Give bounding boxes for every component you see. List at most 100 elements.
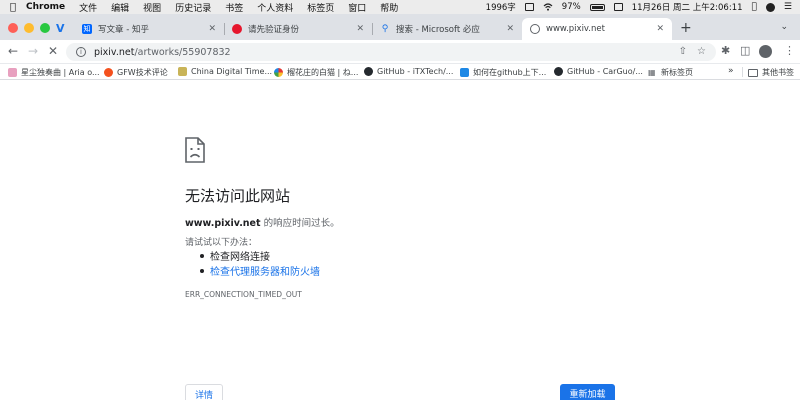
bookmark-item[interactable]: GFW技术评论 (104, 67, 168, 78)
other-bookmarks-folder[interactable]: 其他书签 (748, 67, 794, 78)
control-center-icon[interactable] (765, 2, 775, 12)
github-icon (554, 67, 563, 76)
tab-verify[interactable]: 请先验证身份 ✕ (224, 18, 372, 40)
error-message: www.pixiv.net 的响应时间过长。 (185, 215, 340, 229)
window-controls (8, 23, 50, 33)
new-tab-button[interactable]: + (680, 20, 692, 36)
bookmark-item[interactable]: GitHub - iTXTech/... (364, 67, 453, 76)
menu-window[interactable]: 窗口 (348, 1, 366, 14)
bookmark-item[interactable]: 榴花庄的白猫 | ね... (274, 67, 358, 78)
menu-app-name[interactable]: Chrome (26, 2, 65, 12)
bookmark-favicon-icon (8, 68, 17, 77)
close-window-button[interactable] (8, 23, 18, 33)
menu-edit[interactable]: 编辑 (111, 1, 129, 14)
close-icon[interactable]: ✕ (48, 44, 58, 58)
tab-title: 搜索 - Microsoft 必应 (396, 25, 480, 35)
bookmark-item[interactable]: China Digital Time... (178, 67, 272, 76)
other-bookmarks-label: 其他书签 (762, 68, 794, 77)
side-panel-icon[interactable]: ◫ (740, 44, 750, 57)
tab-search-icon[interactable]: V (56, 22, 65, 35)
bookmark-favicon-icon (104, 68, 113, 77)
menu-tabs[interactable]: 标签页 (307, 1, 334, 14)
bookmark-label: China Digital Time... (191, 67, 273, 76)
profile-avatar[interactable] (759, 45, 772, 58)
extensions-icon[interactable]: ✱ (721, 44, 730, 57)
close-tab-icon[interactable]: ✕ (656, 24, 664, 34)
suggestion-check-proxy-link[interactable]: 检查代理服务器和防火墙 (210, 263, 320, 278)
url-path: /artworks/55907832 (134, 46, 231, 58)
bookmark-label: 榴花庄的白猫 | ね... (287, 68, 359, 77)
tab-title: 写文章 - 知乎 (98, 25, 149, 35)
more-options-icon[interactable]: ⋮ (784, 44, 795, 57)
chevron-down-icon[interactable]: ⌄ (780, 22, 788, 32)
battery-icon[interactable] (589, 3, 605, 11)
tab-zhihu[interactable]: 知 写文章 - 知乎 ✕ (74, 18, 224, 40)
apple-menu-extra-icon[interactable]:  (752, 2, 757, 12)
menu-list-icon[interactable]: ☰ (784, 2, 792, 12)
back-arrow-icon[interactable]: ← (8, 44, 18, 58)
bookmark-item[interactable]: GitHub - CarGuo/... (554, 67, 643, 76)
weibo-favicon-icon (232, 24, 242, 34)
tab-pixiv[interactable]: www.pixiv.net ✕ (522, 18, 672, 40)
error-code: ERR_CONNECTION_TIMED_OUT (185, 290, 302, 299)
bookmark-item[interactable]: 如何在github上下... (460, 67, 546, 78)
bookmark-label: 如何在github上下... (473, 68, 547, 77)
more-bookmarks-button[interactable]: » (728, 66, 734, 76)
bookmark-favicon-icon (460, 68, 469, 77)
suggestion-check-network: 检查网络连接 (210, 252, 270, 263)
close-tab-icon[interactable]: ✕ (208, 24, 216, 34)
github-icon (364, 67, 373, 76)
reload-button[interactable]: 重新加载 (560, 384, 615, 400)
details-button[interactable]: 详情 (185, 384, 223, 400)
error-host: www.pixiv.net (185, 218, 261, 229)
bookmark-separator (742, 67, 743, 77)
site-info-icon[interactable]: i (76, 47, 86, 57)
status-area: 1996字 97% 11月26日 周二 上午2:06:11  ☰ (486, 0, 792, 14)
close-tab-icon[interactable]: ✕ (506, 24, 514, 34)
bookmark-label: 新标签页 (661, 68, 693, 77)
tab-bing[interactable]: ⚲ 搜索 - Microsoft 必应 ✕ (372, 18, 522, 40)
zhihu-favicon-icon: 知 (82, 24, 92, 34)
tab-strip: V 知 写文章 - 知乎 ✕ 请先验证身份 ✕ ⚲ 搜索 - Microsoft… (0, 14, 800, 40)
address-bar[interactable]: i pixiv.net/artworks/55907832 ⇧ ☆ (66, 43, 716, 61)
search-favicon-icon: ⚲ (381, 24, 389, 34)
bookmark-favicon-icon (274, 68, 283, 77)
grid-icon: ▦ (648, 68, 656, 77)
globe-favicon-icon (530, 24, 540, 34)
zoom-window-button[interactable] (40, 23, 50, 33)
menu-view[interactable]: 视图 (143, 1, 161, 14)
browser-toolbar: ← → ✕ i pixiv.net/artworks/55907832 ⇧ ☆ … (0, 40, 800, 64)
menu-history[interactable]: 历史记录 (175, 1, 211, 14)
bookmark-item[interactable]: ▦ 新标签页 (648, 67, 693, 78)
clock[interactable]: 11月26日 周二 上午2:06:11 (632, 1, 743, 13)
tab-title: 请先验证身份 (248, 25, 300, 35)
menu-help[interactable]: 帮助 (380, 1, 398, 14)
menu-file[interactable]: 文件 (79, 1, 97, 14)
menu-profile[interactable]: 个人资料 (257, 1, 293, 14)
tab-title: www.pixiv.net (546, 24, 605, 34)
menu-bookmarks[interactable]: 书签 (225, 1, 243, 14)
list-item[interactable]: 检查代理服务器和防火墙 (200, 263, 320, 278)
apple-icon[interactable]:  (10, 2, 16, 13)
screen-icon[interactable] (524, 3, 534, 11)
error-message-text: 的响应时间过长。 (260, 218, 340, 229)
bookmark-star-icon[interactable]: ☆ (697, 46, 706, 57)
minimize-window-button[interactable] (24, 23, 34, 33)
folder-icon (748, 68, 758, 77)
forward-arrow-icon[interactable]: → (28, 44, 38, 58)
error-try-label: 请试试以下办法： (185, 238, 258, 248)
url-host: pixiv.net (94, 46, 135, 58)
close-tab-icon[interactable]: ✕ (356, 24, 364, 34)
omnibox-actions: ⇧ ☆ (679, 46, 706, 57)
bookmark-label: GFW技术评论 (117, 68, 168, 77)
input-method-icon[interactable] (613, 3, 623, 11)
share-icon[interactable]: ⇧ (679, 46, 687, 57)
bookmark-label: 星尘独奏曲 | Aria o... (21, 68, 100, 77)
menu-bar:  Chrome 文件 编辑 视图 历史记录 书签 个人资料 标签页 窗口 帮助… (0, 0, 800, 14)
error-title: 无法访问此网站 (185, 187, 291, 205)
bookmark-label: GitHub - iTXTech/... (377, 67, 454, 76)
wifi-icon[interactable] (543, 3, 553, 11)
bookmark-item[interactable]: 星尘独奏曲 | Aria o... (8, 67, 100, 78)
word-count[interactable]: 1996字 (486, 1, 516, 13)
bookmark-label: GitHub - CarGuo/... (567, 67, 643, 76)
